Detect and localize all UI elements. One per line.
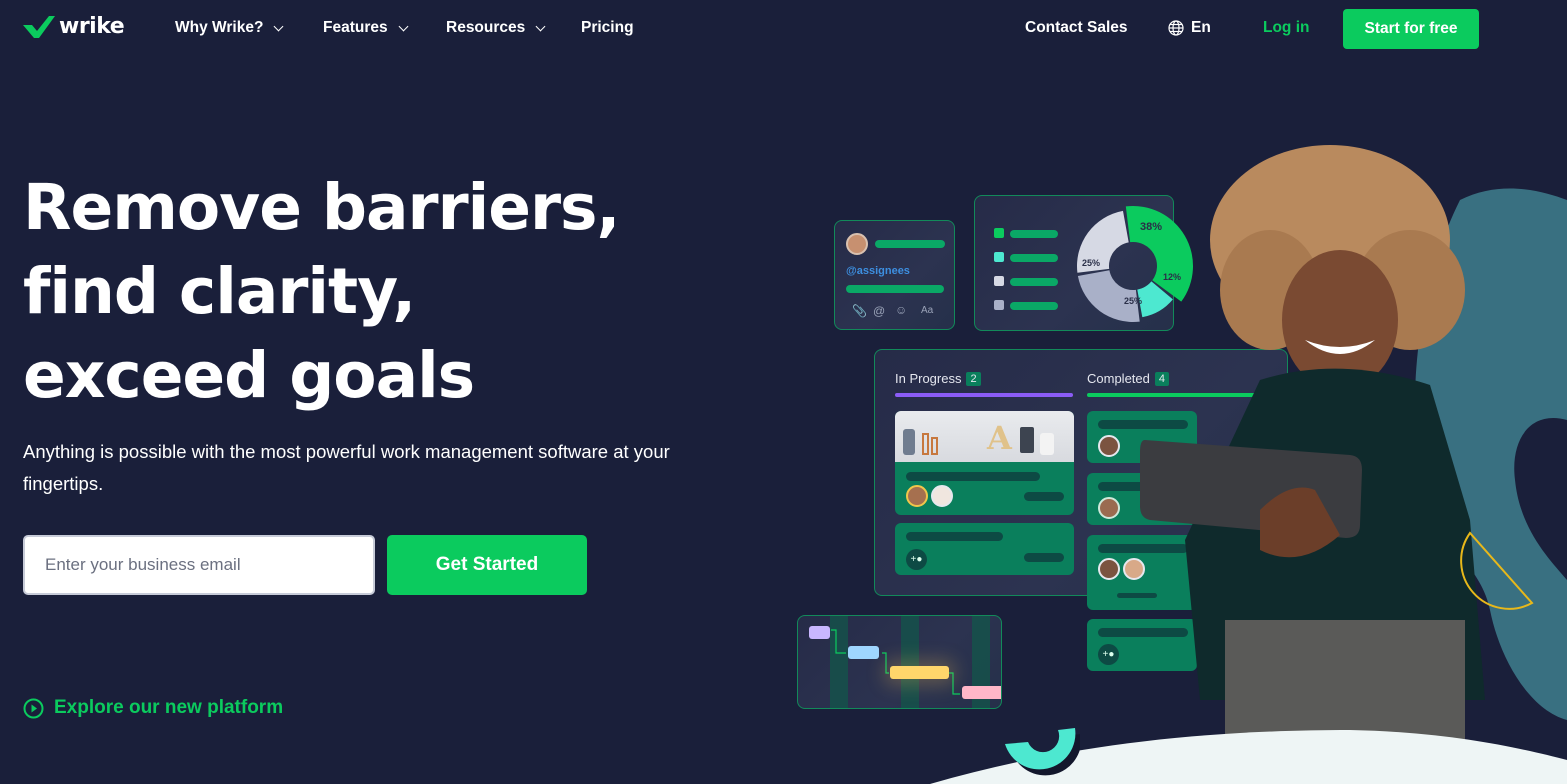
avatar: [1098, 435, 1120, 457]
gantt-card: [797, 615, 1002, 709]
avatar: [906, 485, 928, 507]
emoji-icon: ☺: [895, 303, 908, 317]
add-assignee-icon: +●: [906, 549, 927, 570]
hero-subtitle: Anything is possible with the most power…: [23, 441, 670, 494]
legend-bar: [1010, 230, 1058, 238]
legend-swatch: [994, 252, 1004, 262]
headline-line: exceed goals: [23, 339, 475, 412]
gantt-bar: [848, 646, 879, 659]
login-link[interactable]: Log in: [1263, 19, 1310, 37]
legend-bar: [1010, 254, 1058, 262]
column-underline: [895, 393, 1073, 397]
language-label: En: [1191, 19, 1211, 36]
top-nav: wrike Why Wrike? Features Resources Pric…: [0, 0, 1567, 58]
headline-line: find clarity,: [23, 255, 416, 328]
legend-swatch: [994, 300, 1004, 310]
date-placeholder-bar: [1024, 492, 1064, 501]
add-assignee-icon: +●: [1098, 644, 1119, 665]
nav-resources[interactable]: Resources: [446, 19, 546, 37]
nav-label: Resources: [446, 19, 526, 36]
avatar: [1098, 497, 1120, 519]
woman-with-tablet-photo: [1140, 145, 1534, 760]
task-card: A: [895, 411, 1074, 515]
text-placeholder-bar: [906, 532, 1003, 541]
gantt-bar: [962, 686, 1001, 699]
nav-why-wrike[interactable]: Why Wrike?: [175, 19, 284, 37]
wrike-logo[interactable]: wrike: [23, 14, 125, 39]
column-label: In Progress: [895, 371, 962, 386]
explore-platform-link[interactable]: Explore our new platform: [23, 697, 283, 719]
contact-sales-link[interactable]: Contact Sales: [1025, 19, 1128, 37]
headline-line: Remove barriers,: [23, 171, 620, 244]
play-circle-icon: [23, 698, 44, 718]
nav-label: Features: [323, 19, 388, 36]
task-card: +●: [895, 523, 1074, 575]
text-format-icon: Aa: [921, 305, 934, 316]
globe-icon: [1168, 20, 1184, 36]
at-icon: @: [873, 304, 886, 318]
mention-text: @assignees: [846, 265, 910, 277]
avatar: [931, 485, 953, 507]
explore-label: Explore our new platform: [54, 697, 284, 718]
get-started-button[interactable]: Get Started: [387, 535, 587, 595]
chevron-down-icon: [535, 21, 546, 31]
nav-features[interactable]: Features: [323, 19, 409, 37]
avatar: [1098, 558, 1120, 580]
legend-bar: [1010, 302, 1058, 310]
gantt-bar: [890, 666, 949, 679]
text-placeholder-bar: [875, 240, 945, 248]
nav-label: Why Wrike?: [175, 19, 264, 36]
business-email-input[interactable]: [23, 535, 375, 595]
hero-headline: Remove barriers, find clarity, exceed go…: [23, 166, 620, 418]
column-title-in-progress: In Progress 2: [895, 371, 981, 386]
teal-arc-shape: [1005, 728, 1080, 776]
task-image: A: [895, 411, 1074, 462]
nav-pricing[interactable]: Pricing: [581, 19, 634, 37]
comment-card: @assignees 📎 @ ☺ Aa: [834, 220, 955, 330]
language-selector[interactable]: En: [1168, 19, 1211, 37]
legend-swatch: [994, 228, 1004, 238]
nav-label: Pricing: [581, 19, 634, 36]
text-placeholder-bar: [846, 285, 944, 293]
logo-wordmark: wrike: [59, 14, 125, 39]
text-placeholder-bar: [906, 472, 1040, 481]
donut-label-25-left: 25%: [1082, 258, 1101, 268]
avatar: [846, 233, 868, 255]
wrike-check-icon: [23, 15, 55, 38]
start-for-free-button[interactable]: Start for free: [1343, 9, 1479, 49]
chevron-down-icon: [273, 21, 284, 31]
paperclip-icon: 📎: [852, 304, 867, 318]
date-placeholder-bar: [1024, 553, 1064, 562]
legend-bar: [1010, 278, 1058, 286]
chevron-down-icon: [398, 21, 409, 31]
gantt-bar: [809, 626, 830, 639]
count-badge: 2: [966, 371, 981, 386]
legend-swatch: [994, 276, 1004, 286]
